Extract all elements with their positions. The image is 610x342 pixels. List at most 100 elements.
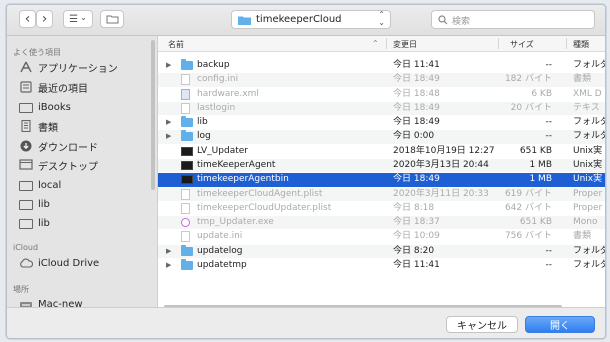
- terminal-executable-icon: [181, 160, 193, 170]
- sidebar-item-label: iCloud Drive: [38, 257, 100, 269]
- file-row[interactable]: timekeeperCloudUpdater.plist 今日 8:18 642 バ…: [158, 202, 605, 215]
- file-name: lib: [197, 117, 208, 128]
- document-icon: [181, 188, 190, 200]
- folder-icon: [238, 16, 251, 25]
- file-kind: フォルダ: [573, 259, 605, 270]
- file-date: 2020年3月11日 20:33: [393, 188, 489, 199]
- file-row[interactable]: tmp_Updater.exe 今日 18:37 651 KB Mono: [158, 216, 605, 230]
- file-row[interactable]: timekeeperAgentbin 今日 18:49 1 MB Unix実: [158, 173, 605, 187]
- file-name: timekeeperCloudUpdater.plist: [197, 202, 332, 213]
- computer-icon: [19, 298, 33, 307]
- sidebar-item-icloud-drive[interactable]: iCloud Drive: [19, 255, 99, 271]
- file-name: config.ini: [197, 74, 239, 85]
- sidebar-item-label: ダウンロード: [38, 142, 98, 154]
- xml-document-icon: [181, 88, 190, 100]
- open-file-dialog: ‹ › ☰ ⌄ timekeeperCloud ⌃ ⌄ 検索 よく使う項目 アプリ…: [6, 4, 606, 339]
- back-button[interactable]: ‹: [19, 10, 36, 28]
- location-popup[interactable]: timekeeperCloud ⌃ ⌄: [231, 10, 391, 29]
- file-size: 642 バイト: [504, 202, 552, 213]
- file-row[interactable]: timekeeperCloudAgent.plist 2020年3月11日 20:…: [158, 187, 605, 201]
- sidebar-item-label: 書類: [38, 122, 58, 134]
- file-list: 名前 ⌃ 変更日 サイズ 種類 ▶ backup 今日 11:41 -- フォルダ con…: [158, 36, 605, 307]
- sidebar-item-mac-new[interactable]: Mac-new: [19, 296, 83, 307]
- file-row[interactable]: ▶ backup 今日 11:41 -- フォルダ: [158, 59, 605, 72]
- sidebar-item-lib[interactable]: lib: [19, 196, 50, 212]
- view-options-button[interactable]: ☰ ⌄: [63, 10, 93, 28]
- file-row[interactable]: ▶ updatelog 今日 8:20 -- フォルダ: [158, 244, 605, 259]
- sidebar-item-local[interactable]: local: [19, 177, 61, 193]
- document-icon: [181, 102, 190, 114]
- sidebar: よく使う項目 アプリケーション 最近の項目 iBooks 書類 ダウンロード デ…: [7, 36, 158, 307]
- file-kind: Proper: [573, 188, 603, 199]
- sidebar-item-downloads[interactable]: ダウンロード: [19, 138, 98, 154]
- cloud-icon: [19, 257, 34, 269]
- file-row[interactable]: timeKeeperAgent 2020年3月13日 20:44 1 MB Unix実: [158, 158, 605, 173]
- folder-icon: [19, 200, 33, 210]
- disclosure-triangle-icon[interactable]: ▶: [166, 59, 171, 72]
- file-row[interactable]: LV_Updater 2018年10月19日 12:27 651 KB Unix実: [158, 145, 605, 158]
- sidebar-item-applications[interactable]: アプリケーション: [19, 59, 118, 75]
- search-field[interactable]: 検索: [431, 10, 595, 29]
- sidebar-item-label: iBooks: [38, 101, 71, 113]
- file-date: 今日 10:09: [393, 231, 440, 242]
- file-kind: XML D: [573, 88, 602, 99]
- sidebar-item-label: local: [38, 179, 62, 191]
- file-kind: テキス: [573, 102, 600, 113]
- file-size: 182 バイト: [504, 74, 552, 85]
- documents-icon: [19, 119, 33, 133]
- file-date: 今日 8:20: [393, 245, 435, 256]
- file-kind: 書類: [573, 231, 592, 242]
- file-name: updatetmp: [197, 259, 247, 270]
- sidebar-item-desktop[interactable]: デスクトップ: [19, 157, 98, 173]
- sidebar-item-recents[interactable]: 最近の項目: [19, 79, 88, 95]
- disclosure-triangle-icon[interactable]: ▶: [166, 245, 171, 258]
- file-kind: Unix実: [573, 159, 603, 170]
- search-icon: [438, 15, 448, 25]
- file-row[interactable]: lastlogin 今日 18:49 20 バイト テキス: [158, 101, 605, 116]
- column-size[interactable]: サイズ: [510, 39, 534, 50]
- file-size: 1 MB: [529, 174, 552, 185]
- file-kind: フォルダ: [573, 60, 605, 70]
- folder-outline-icon: [106, 15, 118, 24]
- file-row[interactable]: ▶ lib 今日 18:49 -- フォルダ: [158, 116, 605, 129]
- sidebar-item-documents[interactable]: 書類: [19, 118, 58, 134]
- document-icon: [181, 74, 190, 86]
- sidebar-item-label: lib: [38, 198, 50, 210]
- file-name: tmp_Updater.exe: [197, 217, 274, 228]
- file-kind: Proper: [573, 202, 603, 213]
- sidebar-item-lib-2[interactable]: lib: [19, 215, 50, 231]
- new-folder-button[interactable]: [100, 10, 124, 28]
- file-name: timekeeperCloudAgent.plist: [197, 188, 323, 199]
- favorites-header: よく使う項目: [13, 48, 61, 57]
- column-header: 名前 ⌃ 変更日 サイズ 種類: [158, 36, 605, 52]
- cancel-button[interactable]: キャンセル: [446, 316, 518, 333]
- dialog-button-bar: キャンセル 開く: [7, 307, 605, 338]
- disclosure-triangle-icon[interactable]: ▶: [166, 130, 171, 143]
- file-kind: フォルダ: [573, 245, 605, 256]
- file-row[interactable]: hardware.xml 今日 18:48 6 KB XML D: [158, 88, 605, 101]
- file-size: --: [545, 259, 553, 270]
- sidebar-item-label: 最近の項目: [38, 83, 88, 95]
- open-button[interactable]: 開く: [525, 316, 595, 333]
- disclosure-triangle-icon[interactable]: ▶: [166, 116, 171, 129]
- file-row[interactable]: ▶ log 今日 0:00 -- フォルダ: [158, 130, 605, 144]
- terminal-executable-icon: [181, 175, 193, 185]
- file-row[interactable]: config.ini 今日 18:49 182 バイト 書類: [158, 73, 605, 87]
- file-name: update.ini: [197, 231, 243, 242]
- file-name: timeKeeperAgent: [197, 159, 276, 170]
- file-date: 今日 0:00: [393, 131, 435, 142]
- forward-button[interactable]: ›: [36, 10, 53, 28]
- sidebar-item-ibooks[interactable]: iBooks: [19, 99, 71, 115]
- file-row[interactable]: update.ini 今日 10:09 756 バイト 書類: [158, 230, 605, 243]
- file-name: lastlogin: [197, 102, 236, 113]
- file-row[interactable]: ▶ updatetmp 今日 11:41 -- フォルダ: [158, 258, 605, 272]
- applications-icon: [19, 61, 33, 73]
- sidebar-scrollbar[interactable]: [151, 40, 155, 190]
- sidebar-item-label: デスクトップ: [38, 161, 98, 173]
- column-kind[interactable]: 種類: [573, 39, 589, 50]
- disclosure-triangle-icon[interactable]: ▶: [166, 259, 171, 272]
- file-size: 651 KB: [519, 217, 552, 228]
- column-date[interactable]: 変更日: [393, 39, 417, 50]
- column-name[interactable]: 名前: [168, 39, 184, 50]
- file-size: --: [545, 117, 553, 128]
